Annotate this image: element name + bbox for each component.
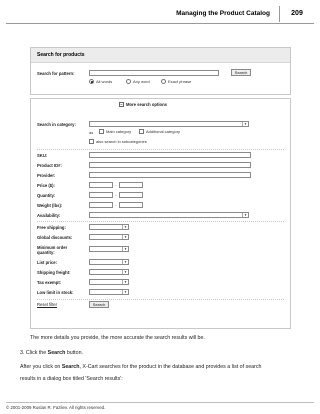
collapse-icon: − — [119, 102, 124, 108]
price-min-input[interactable] — [89, 182, 113, 188]
global-discounts-label: Global discounts: — [37, 235, 73, 240]
chevron-down-icon: ▼ — [122, 290, 127, 294]
header-rule — [6, 23, 314, 24]
note-text: The more details you provide, the more a… — [30, 335, 205, 341]
divider — [37, 221, 284, 222]
more-options-label: More search options — [126, 102, 167, 107]
sku-label: SKU: — [37, 153, 48, 158]
main-search-button[interactable]: Search — [89, 301, 109, 308]
any-word-label: Any word — [133, 79, 150, 84]
pattern-label: Search for pattern: — [37, 71, 75, 76]
shipping-freight-label: Shipping freight: — [37, 270, 71, 275]
as-label: as — [89, 130, 94, 135]
all-words-radio[interactable] — [89, 79, 94, 84]
min-order-qty-label: Minimum order quantity: — [37, 245, 68, 255]
step-bold: Search — [47, 350, 66, 356]
divider — [37, 299, 284, 300]
search-products-panel: Search for products Search for pattern: … — [30, 47, 291, 95]
product-id-input[interactable] — [89, 162, 251, 168]
chevron-down-icon: ▼ — [122, 280, 127, 284]
tax-exempt-label: Tax exempt: — [37, 280, 62, 285]
quantity-label: Quantity: — [37, 193, 56, 198]
chapter-title: Managing the Product Catalog — [176, 10, 270, 17]
step-prefix: 3. Click the — [20, 350, 48, 356]
chevron-down-icon: ▼ — [122, 225, 127, 229]
exact-phrase-label: Exact phrase — [168, 79, 192, 84]
weight-label: Weight (lbs): — [37, 203, 63, 208]
low-limit-label: Low limit in stock: — [37, 290, 74, 295]
divider — [37, 149, 284, 150]
quantity-min-input[interactable] — [89, 192, 113, 198]
paragraph-line-1: After you click on Search, X-Cart search… — [20, 364, 261, 370]
provider-label: Provider: — [37, 173, 56, 178]
chevron-down-icon: ▼ — [122, 260, 127, 264]
weight-min-input[interactable] — [89, 202, 113, 208]
category-select[interactable]: ▼ — [89, 121, 249, 127]
exact-phrase-radio[interactable] — [161, 79, 166, 84]
para-bold: Search — [61, 364, 80, 370]
all-words-label: All words — [96, 79, 113, 84]
additional-category-checkbox[interactable] — [139, 129, 144, 134]
main-category-label: Main category — [106, 129, 132, 134]
step-suffix: button. — [65, 350, 84, 356]
global-discounts-select[interactable]: ▼ — [89, 234, 129, 240]
weight-max-input[interactable] — [119, 202, 143, 208]
panel-title: Search for products — [31, 48, 290, 63]
step-text: 3. Click the Search button. — [20, 350, 83, 356]
more-options-panel: − More search options Search in category:… — [30, 98, 291, 329]
tax-exempt-select[interactable]: ▼ — [89, 279, 129, 285]
sku-input[interactable] — [89, 152, 251, 158]
list-price-select[interactable]: ▼ — [89, 259, 129, 265]
price-label: Price ($): — [37, 183, 55, 188]
availability-select[interactable]: ▼ — [89, 212, 249, 218]
para-prefix: After you click on — [20, 364, 62, 370]
free-shipping-select[interactable]: ▼ — [89, 224, 129, 230]
paragraph-line-2: results in a dialog box titled 'Search r… — [20, 376, 123, 382]
pattern-input[interactable] — [89, 70, 219, 76]
page-number: 209 — [279, 6, 314, 22]
low-limit-select[interactable]: ▼ — [89, 289, 129, 295]
provider-input[interactable] — [89, 172, 251, 178]
chevron-down-icon: ▼ — [122, 247, 127, 251]
any-word-radio[interactable] — [126, 79, 131, 84]
quantity-max-input[interactable] — [119, 192, 143, 198]
chevron-down-icon: ▼ — [122, 235, 127, 239]
page-header: Managing the Product Catalog 209 — [6, 4, 314, 24]
chevron-down-icon: ▼ — [242, 122, 247, 126]
category-label: Search in category: — [37, 122, 76, 127]
chevron-down-icon: ▼ — [242, 213, 247, 217]
list-price-label: List price: — [37, 260, 58, 265]
para-suffix: , X-Cart searches for the product in the… — [79, 364, 262, 370]
additional-category-label: Additional category — [146, 129, 181, 134]
shipping-freight-select[interactable]: ▼ — [89, 269, 129, 275]
price-max-input[interactable] — [119, 182, 143, 188]
chevron-down-icon: ▼ — [122, 270, 127, 274]
min-order-qty-select[interactable]: ▼ — [89, 246, 129, 252]
copyright: © 2001-2009 Ruslan R. Fazliev. All right… — [6, 405, 106, 410]
free-shipping-label: Free shipping: — [37, 225, 66, 230]
availability-label: Availability: — [37, 213, 61, 218]
subcategories-label: also search in subcategories — [96, 139, 147, 144]
footer-rule — [6, 402, 314, 403]
subcategories-checkbox[interactable] — [89, 139, 94, 144]
more-options-toggle[interactable]: − More search options — [119, 102, 167, 108]
reset-filter-link[interactable]: Reset filter — [37, 302, 57, 307]
product-id-label: Product ID#: — [37, 163, 62, 168]
search-button[interactable]: Search — [231, 69, 251, 76]
main-category-checkbox[interactable] — [99, 129, 104, 134]
